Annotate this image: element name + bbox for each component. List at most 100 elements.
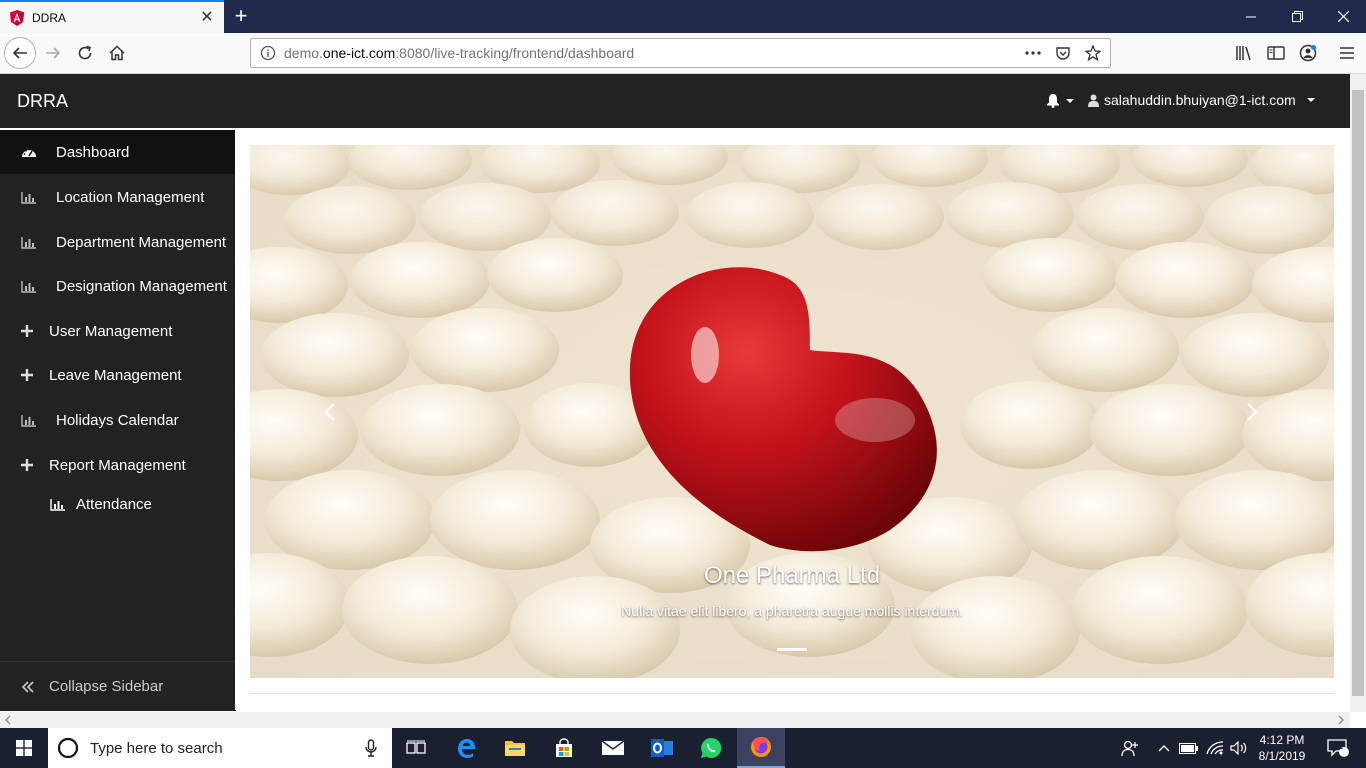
pocket-icon[interactable] — [1054, 44, 1072, 62]
wifi-icon[interactable] — [1204, 728, 1226, 768]
collapse-sidebar-button[interactable]: Collapse Sidebar — [0, 661, 236, 711]
show-hidden-icons-icon[interactable] — [1155, 728, 1173, 768]
angular-logo-icon — [10, 9, 24, 26]
carousel-slide-image — [250, 145, 1334, 678]
notification-count: 2 — [1338, 741, 1344, 751]
info-icon[interactable] — [260, 45, 276, 61]
user-email: salahuddin.bhuiyan@1-ict.com — [1104, 92, 1296, 108]
taskbar-search-placeholder: Type here to search — [90, 739, 223, 757]
sidebar-item-leave-management[interactable]: Leave Management — [0, 353, 235, 397]
whatsapp-icon[interactable] — [687, 728, 735, 768]
plus-icon — [18, 366, 36, 384]
brand-title[interactable]: DRRA — [17, 91, 68, 112]
sidebar-item-report-management[interactable]: Report Management — [0, 443, 235, 487]
sidebar-item-label: Designation Management — [56, 277, 227, 295]
reload-icon[interactable] — [69, 37, 101, 69]
user-dropdown[interactable]: salahuddin.bhuiyan@1-ict.com — [1088, 92, 1315, 108]
store-icon[interactable] — [540, 728, 588, 768]
notifications-dropdown[interactable] — [1046, 93, 1074, 108]
bar-chart-icon — [20, 277, 38, 295]
carousel-caption-title: One Pharma Ltd — [703, 562, 881, 589]
back-icon[interactable] — [4, 37, 36, 69]
volume-icon[interactable] — [1228, 728, 1250, 768]
sidebar-subitem-label: Attendance — [76, 496, 152, 513]
vertical-scrollbar[interactable] — [1350, 74, 1366, 712]
collapse-sidebar-label: Collapse Sidebar — [49, 678, 164, 695]
sidebar-icon[interactable] — [1266, 43, 1286, 63]
sidebar-item-label: Location Management — [56, 188, 205, 206]
carousel-caption-text: Nulla vitae elit libero, a pharetra augu… — [621, 603, 963, 619]
menu-icon[interactable] — [1337, 43, 1357, 63]
bar-chart-icon — [20, 188, 38, 206]
file-explorer-icon[interactable] — [491, 728, 539, 768]
restore-icon[interactable] — [1274, 0, 1320, 33]
windows-taskbar: Type here to search 4:12 PM 8/1/2019 2 — [0, 728, 1366, 768]
task-view-icon[interactable] — [392, 728, 440, 768]
people-icon[interactable] — [1118, 728, 1142, 768]
horizontal-scrollbar[interactable] — [0, 712, 1350, 728]
taskbar-search-box[interactable]: Type here to search — [48, 728, 392, 768]
bookmark-star-icon[interactable] — [1084, 44, 1102, 62]
browser-tab-strip: DDRA ✕ + — [0, 0, 1366, 33]
scroll-left-icon[interactable] — [4, 715, 12, 725]
sidebar-item-label: Report Management — [49, 456, 186, 474]
url-text[interactable]: demo.one-ict.com:8080/live-tracking/fron… — [284, 45, 1024, 61]
sidebar-item-dashboard[interactable]: Dashboard — [0, 130, 235, 174]
sidebar-item-label: User Management — [49, 322, 173, 340]
sidebar-item-designation-management[interactable]: Designation Management — [0, 264, 235, 308]
double-chevron-left-icon — [19, 678, 37, 696]
edge-browser-icon[interactable] — [442, 728, 490, 768]
close-tab-icon[interactable]: ✕ — [200, 9, 214, 25]
windows-start-icon[interactable] — [0, 728, 48, 768]
sidebar-item-holidays-calendar[interactable]: Holidays Calendar — [0, 398, 235, 442]
browser-navbar: demo.one-ict.com:8080/live-tracking/fron… — [0, 33, 1366, 74]
sidebar-subitem-attendance[interactable]: Attendance — [50, 496, 152, 513]
cortana-icon — [57, 737, 79, 759]
app-header: DRRA salahuddin.bhuiyan@1-ict.com — [0, 74, 1350, 128]
sidebar-item-label: Leave Management — [49, 366, 182, 384]
plus-icon — [18, 322, 36, 340]
scrollbar-thumb[interactable] — [1352, 90, 1364, 696]
outlook-icon[interactable] — [638, 728, 686, 768]
sidebar-item-user-management[interactable]: User Management — [0, 309, 235, 353]
browser-tab[interactable]: DDRA ✕ — [0, 0, 224, 33]
bar-chart-icon — [20, 411, 38, 429]
sidebar-item-department-management[interactable]: Department Management — [0, 220, 235, 264]
new-tab-icon[interactable]: + — [230, 5, 252, 28]
minimize-icon[interactable] — [1228, 0, 1274, 33]
bell-icon — [1047, 94, 1059, 108]
home-icon[interactable] — [101, 37, 133, 69]
notification-center-icon[interactable]: 2 — [1320, 728, 1356, 768]
chevron-down-icon — [1306, 98, 1315, 102]
library-icon[interactable] — [1234, 43, 1254, 63]
divider — [250, 693, 1334, 694]
plus-icon — [18, 456, 36, 474]
carousel-next-icon[interactable] — [1242, 400, 1262, 424]
sidebar-item-label: Department Management — [56, 233, 227, 251]
bar-chart-icon — [20, 233, 38, 251]
close-window-icon[interactable] — [1320, 0, 1366, 33]
account-icon[interactable] — [1298, 43, 1318, 63]
sidebar-item-label: Holidays Calendar — [56, 411, 179, 429]
more-icon[interactable] — [1024, 44, 1042, 62]
url-bar[interactable]: demo.one-ict.com:8080/live-tracking/fron… — [250, 38, 1111, 68]
battery-icon[interactable] — [1178, 728, 1200, 768]
carousel-indicator[interactable] — [777, 648, 807, 651]
microphone-icon[interactable] — [365, 739, 377, 757]
chevron-down-icon — [1066, 98, 1074, 103]
taskbar-date: 8/1/2019 — [1258, 749, 1306, 763]
user-icon — [1088, 94, 1099, 107]
carousel-prev-icon[interactable] — [320, 400, 340, 424]
forward-icon[interactable] — [37, 37, 69, 69]
dashboard-icon — [20, 143, 38, 161]
scroll-right-icon[interactable] — [1337, 715, 1345, 725]
bar-chart-icon — [50, 499, 65, 511]
tab-title: DDRA — [32, 10, 67, 25]
sidebar-item-location-management[interactable]: Location Management — [0, 175, 235, 219]
taskbar-time: 4:12 PM — [1259, 733, 1305, 747]
main-content: One Pharma Ltd Nulla vitae elit libero, … — [235, 128, 1350, 710]
taskbar-clock[interactable]: 4:12 PM 8/1/2019 — [1254, 732, 1310, 764]
image-carousel[interactable]: One Pharma Ltd Nulla vitae elit libero, … — [250, 145, 1334, 678]
firefox-icon[interactable] — [737, 728, 785, 768]
mail-icon[interactable] — [589, 728, 637, 768]
